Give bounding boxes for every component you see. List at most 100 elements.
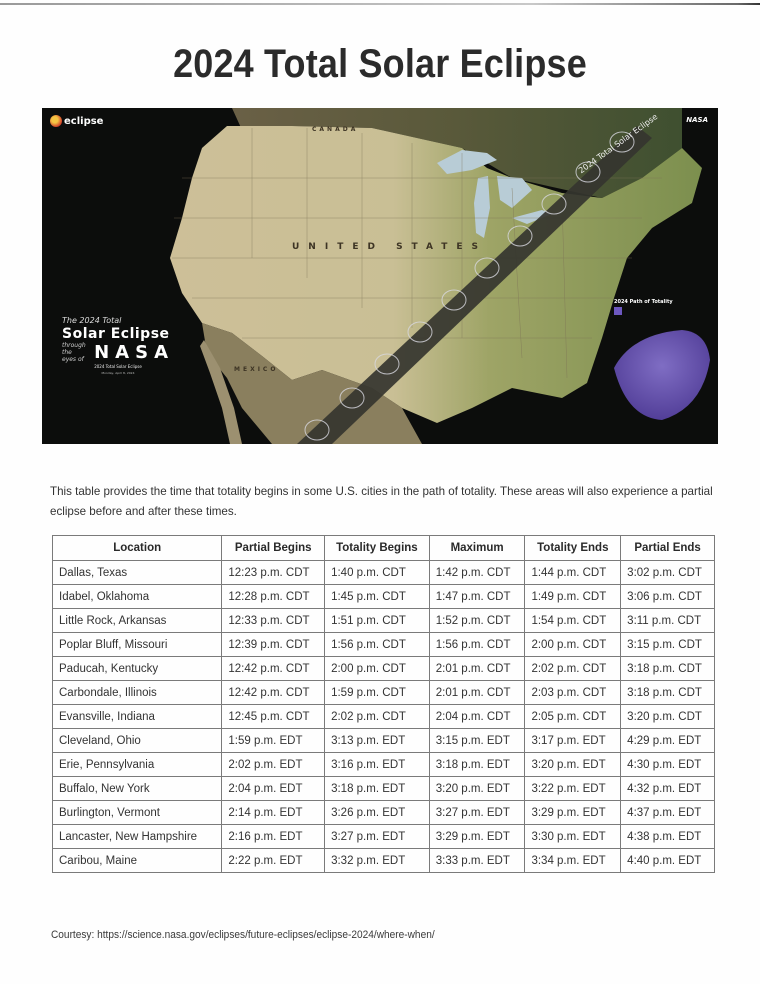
cell-totality-ends: 3:22 p.m. EDT: [524, 776, 622, 801]
cell-partial-begins: 12:42 p.m. CDT: [221, 680, 326, 705]
nasa-logo: NASA: [686, 116, 708, 124]
cell-totality-ends: 1:54 p.m. CDT: [524, 608, 622, 633]
eclipse-times-table: Location Partial Begins Totality Begins …: [51, 535, 715, 873]
cell-totality-begins: 3:16 p.m. EDT: [324, 752, 430, 777]
cell-partial-begins: 12:23 p.m. CDT: [221, 560, 326, 585]
cell-partial-ends: 3:18 p.m. CDT: [620, 680, 715, 705]
cell-totality-begins: 1:40 p.m. CDT: [324, 560, 430, 585]
cell-partial-ends: 4:30 p.m. EDT: [620, 752, 715, 777]
cell-totality-ends: 3:20 p.m. EDT: [524, 752, 622, 777]
cell-partial-ends: 3:15 p.m. CDT: [620, 632, 715, 657]
cell-maximum: 3:33 p.m. EDT: [428, 848, 526, 873]
page-top-rule: [0, 3, 760, 5]
cell-maximum: 1:47 p.m. CDT: [428, 584, 526, 609]
header-location: Location: [51, 535, 223, 561]
cell-totality-ends: 1:49 p.m. CDT: [524, 584, 622, 609]
cell-location: Idabel, Oklahoma: [51, 584, 223, 609]
cell-totality-begins: 1:51 p.m. CDT: [324, 608, 430, 633]
cell-totality-ends: 1:44 p.m. CDT: [524, 560, 622, 585]
cell-partial-ends: 3:11 p.m. CDT: [620, 608, 715, 633]
cell-totality-ends: 3:34 p.m. EDT: [524, 848, 622, 873]
cell-partial-ends: 4:38 p.m. EDT: [620, 824, 715, 849]
table-row: Idabel, Oklahoma 12:28 p.m. CDT 1:45 p.m. …: [51, 584, 715, 609]
sun-icon: [50, 115, 62, 127]
header-totality-ends: Totality Ends: [524, 535, 622, 561]
cell-partial-ends: 3:18 p.m. CDT: [620, 656, 715, 681]
cell-location: Poplar Bluff, Missouri: [51, 632, 223, 657]
cell-partial-ends: 3:20 p.m. CDT: [620, 704, 715, 729]
cell-totality-begins: 1:56 p.m. CDT: [324, 632, 430, 657]
cell-partial-begins: 12:33 p.m. CDT: [221, 608, 326, 633]
table-row: Caribou, Maine 2:22 p.m. EDT 3:32 p.m. EDT…: [51, 848, 715, 873]
table-row: Paducah, Kentucky 12:42 p.m. CDT 2:00 p.m.…: [51, 656, 715, 681]
cell-totality-ends: 3:29 p.m. EDT: [524, 800, 622, 825]
cell-location: Little Rock, Arkansas: [51, 608, 223, 633]
cell-partial-begins: 12:42 p.m. CDT: [221, 656, 326, 681]
cell-totality-ends: 2:00 p.m. CDT: [524, 632, 622, 657]
cell-partial-ends: 4:32 p.m. EDT: [620, 776, 715, 801]
cell-maximum: 3:18 p.m. EDT: [428, 752, 526, 777]
cell-location: Burlington, Vermont: [51, 800, 223, 825]
cell-maximum: 3:15 p.m. EDT: [428, 728, 526, 753]
cell-totality-begins: 2:00 p.m. CDT: [324, 656, 430, 681]
cell-partial-begins: 2:04 p.m. EDT: [221, 776, 326, 801]
cell-location: Dallas, Texas: [51, 560, 223, 585]
cell-partial-begins: 2:02 p.m. EDT: [221, 752, 326, 777]
cell-partial-begins: 12:45 p.m. CDT: [221, 704, 326, 729]
table-row: Poplar Bluff, Missouri 12:39 p.m. CDT 1:56…: [51, 632, 715, 657]
table-row: Buffalo, New York 2:04 p.m. EDT 3:18 p.m. …: [51, 776, 715, 801]
page-title: 2024 Total Solar Eclipse: [173, 42, 587, 86]
cell-maximum: 3:27 p.m. EDT: [428, 800, 526, 825]
table-row: Carbondale, Illinois 12:42 p.m. CDT 1:59 p…: [51, 680, 715, 705]
cell-location: Cleveland, Ohio: [51, 728, 223, 753]
cell-totality-begins: 3:27 p.m. EDT: [324, 824, 430, 849]
cell-location: Caribou, Maine: [51, 848, 223, 873]
header-partial-ends: Partial Ends: [620, 535, 715, 561]
cell-location: Lancaster, New Hampshire: [51, 824, 223, 849]
cell-maximum: 1:42 p.m. CDT: [428, 560, 526, 585]
inset-title: 2024 Path of Totality: [614, 299, 673, 305]
cell-totality-ends: 3:17 p.m. EDT: [524, 728, 622, 753]
table-row: Burlington, Vermont 2:14 p.m. EDT 3:26 p.m…: [51, 800, 715, 825]
table-row: Erie, Pennsylvania 2:02 p.m. EDT 3:16 p.m.…: [51, 752, 715, 777]
cell-maximum: 2:04 p.m. CDT: [428, 704, 526, 729]
map-promo-block: The 2024 Total Solar Eclipse through the…: [62, 316, 174, 375]
cell-partial-ends: 3:02 p.m. CDT: [620, 560, 715, 585]
header-maximum: Maximum: [428, 535, 526, 561]
cell-partial-ends: 4:37 p.m. EDT: [620, 800, 715, 825]
cell-location: Carbondale, Illinois: [51, 680, 223, 705]
cell-partial-begins: 1:59 p.m. EDT: [221, 728, 326, 753]
eclipse-map-image: eclipse NASA CANADA UNITED STATES MEXICO…: [42, 108, 718, 444]
cell-totality-begins: 3:18 p.m. EDT: [324, 776, 430, 801]
cell-totality-ends: 2:03 p.m. CDT: [524, 680, 622, 705]
cell-totality-ends: 2:05 p.m. CDT: [524, 704, 622, 729]
cell-location: Evansville, Indiana: [51, 704, 223, 729]
courtesy-source: Courtesy: https://science.nasa.gov/eclip…: [51, 929, 435, 941]
cell-maximum: 3:20 p.m. EDT: [428, 776, 526, 801]
cell-maximum: 2:01 p.m. CDT: [428, 656, 526, 681]
table-row: Evansville, Indiana 12:45 p.m. CDT 2:02 p.…: [51, 704, 715, 729]
cell-totality-ends: 3:30 p.m. EDT: [524, 824, 622, 849]
cell-maximum: 3:29 p.m. EDT: [428, 824, 526, 849]
cell-totality-begins: 3:26 p.m. EDT: [324, 800, 430, 825]
cell-maximum: 1:56 p.m. CDT: [428, 632, 526, 657]
inset-globe: [614, 330, 710, 420]
map-label-mexico: MEXICO: [234, 366, 279, 373]
cell-maximum: 2:01 p.m. CDT: [428, 680, 526, 705]
cell-partial-begins: 2:16 p.m. EDT: [221, 824, 326, 849]
header-totality-begins: Totality Begins: [324, 535, 430, 561]
cell-totality-ends: 2:02 p.m. CDT: [524, 656, 622, 681]
cell-partial-begins: 2:14 p.m. EDT: [221, 800, 326, 825]
cell-totality-begins: 3:13 p.m. EDT: [324, 728, 430, 753]
cell-totality-begins: 3:32 p.m. EDT: [324, 848, 430, 873]
cell-totality-begins: 1:59 p.m. CDT: [324, 680, 430, 705]
cell-location: Paducah, Kentucky: [51, 656, 223, 681]
cell-partial-ends: 4:40 p.m. EDT: [620, 848, 715, 873]
cell-location: Buffalo, New York: [51, 776, 223, 801]
table-row: Little Rock, Arkansas 12:33 p.m. CDT 1:51 …: [51, 608, 715, 633]
map-label-canada: CANADA: [312, 126, 359, 133]
header-partial-begins: Partial Begins: [221, 535, 326, 561]
cell-partial-begins: 2:22 p.m. EDT: [221, 848, 326, 873]
cell-totality-begins: 2:02 p.m. CDT: [324, 704, 430, 729]
table-header-row: Location Partial Begins Totality Begins …: [51, 535, 715, 561]
